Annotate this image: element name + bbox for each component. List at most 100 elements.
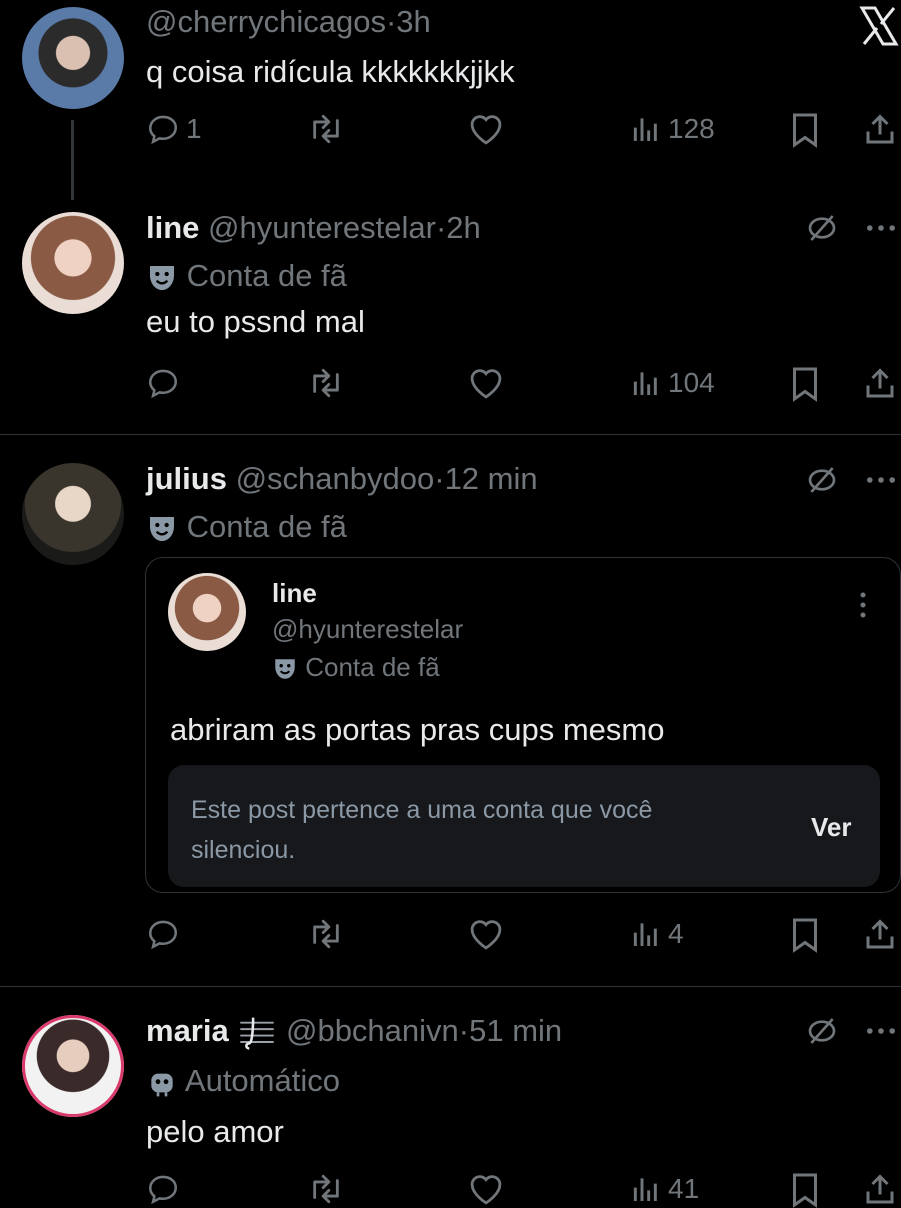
timestamp[interactable]: 51 min <box>469 1013 562 1048</box>
post-header: @cherrychicagos·3h <box>146 4 431 39</box>
handle[interactable]: @schanbydoo <box>236 461 435 496</box>
fan-account-label: Conta de fã <box>146 258 347 294</box>
view-count: 128 <box>668 113 715 144</box>
reply-button[interactable] <box>146 366 180 400</box>
post-text: q coisa ridícula kkkkkkkjjkk <box>146 54 515 89</box>
views-button[interactable]: 41 <box>630 1172 699 1206</box>
repost-button[interactable] <box>304 366 348 400</box>
timestamp[interactable]: 12 min <box>445 461 538 496</box>
timestamp[interactable]: 2h <box>446 210 480 245</box>
timestamp[interactable]: 3h <box>396 4 430 39</box>
reply-icon <box>148 369 178 399</box>
more-icon[interactable] <box>864 214 898 247</box>
repost-icon <box>313 1174 339 1204</box>
bookmark-button[interactable] <box>789 366 821 402</box>
repost-button[interactable] <box>304 917 348 951</box>
reply-button[interactable] <box>146 1172 180 1206</box>
more-icon[interactable] <box>864 466 898 499</box>
views-button[interactable]: 104 <box>630 366 715 400</box>
quoted-fan-label: Conta de fã <box>272 652 440 682</box>
views-icon <box>633 923 657 946</box>
quoted-text: abriram as portas pras cups mesmo <box>170 712 665 747</box>
views-icon <box>633 118 657 141</box>
automated-label: Automático <box>146 1063 340 1099</box>
view-count: 4 <box>668 918 684 949</box>
divider <box>0 434 901 435</box>
avatar[interactable] <box>22 7 124 109</box>
like-button[interactable] <box>467 112 505 146</box>
bookmark-button[interactable] <box>789 917 821 953</box>
robot-icon <box>151 1073 173 1097</box>
mute-icon[interactable] <box>806 464 838 501</box>
views-icon <box>633 372 657 395</box>
mask-icon <box>275 659 295 679</box>
handle[interactable]: @hyunterestelar <box>208 210 436 245</box>
repost-icon <box>313 114 339 144</box>
post-text: pelo amor <box>146 1114 284 1149</box>
repost-button[interactable] <box>304 112 348 146</box>
quoted-avatar <box>168 573 246 651</box>
bookmark-icon <box>793 367 817 402</box>
mask-icon <box>150 265 174 290</box>
heart-icon <box>470 1175 502 1205</box>
like-button[interactable] <box>467 917 505 951</box>
x-logo-icon[interactable] <box>858 5 900 47</box>
share-button[interactable] <box>862 1172 898 1208</box>
view-count: 104 <box>668 367 715 398</box>
display-name[interactable]: julius <box>146 461 227 496</box>
bookmark-button[interactable] <box>789 112 821 148</box>
avatar[interactable] <box>22 463 124 565</box>
reply-icon <box>148 115 178 145</box>
bookmark-icon <box>793 1173 817 1208</box>
quoted-more-icon[interactable] <box>856 590 870 625</box>
muted-notice-text: Este post pertence a uma conta que você … <box>191 796 653 864</box>
quoted-handle: @hyunterestelar <box>272 614 464 644</box>
avatar[interactable] <box>22 212 124 314</box>
share-button[interactable] <box>862 366 898 402</box>
share-icon <box>866 919 894 949</box>
post-text: eu to pssnd mal <box>146 304 365 339</box>
post-header: maria @bbchanivn·51 min <box>146 1013 562 1051</box>
thread-line <box>71 120 74 200</box>
reply-button[interactable]: 1 <box>146 112 202 146</box>
like-button[interactable] <box>467 366 505 400</box>
avatar[interactable] <box>22 1015 124 1117</box>
repost-icon <box>313 368 339 398</box>
mute-icon[interactable] <box>806 212 838 249</box>
view-muted-button[interactable]: Ver <box>811 812 852 843</box>
bookmark-button[interactable] <box>789 1172 821 1208</box>
like-button[interactable] <box>467 1172 505 1206</box>
repost-button[interactable] <box>304 1172 348 1206</box>
views-button[interactable]: 128 <box>630 112 715 146</box>
repost-icon <box>313 919 339 949</box>
reply-count: 1 <box>186 113 202 144</box>
share-button[interactable] <box>862 112 898 148</box>
view-count: 41 <box>668 1173 700 1204</box>
share-button[interactable] <box>862 917 898 953</box>
music-sheet-icon <box>240 1017 275 1050</box>
share-icon <box>866 368 894 398</box>
mask-icon <box>150 516 174 541</box>
fan-account-label: Conta de fã <box>146 509 347 545</box>
display-name[interactable]: maria <box>146 1013 229 1048</box>
post-header: line @hyunterestelar·2h <box>146 210 481 245</box>
bookmark-icon <box>793 113 817 148</box>
more-icon[interactable] <box>864 1017 898 1050</box>
reply-icon <box>148 1175 178 1205</box>
share-icon <box>866 114 894 144</box>
bookmark-icon <box>793 918 817 953</box>
reply-icon <box>148 920 178 950</box>
reply-button[interactable] <box>146 917 180 951</box>
share-icon <box>866 1174 894 1204</box>
views-icon <box>633 1178 657 1201</box>
divider <box>0 986 901 987</box>
display-name[interactable]: line <box>146 210 199 245</box>
quoted-name: line <box>272 578 317 608</box>
heart-icon <box>470 115 502 145</box>
post-header: julius @schanbydoo·12 min <box>146 461 538 496</box>
mute-icon[interactable] <box>806 1015 838 1052</box>
handle[interactable]: @cherrychicagos <box>146 4 386 39</box>
handle[interactable]: @bbchanivn <box>286 1013 459 1048</box>
heart-icon <box>470 920 502 950</box>
views-button[interactable]: 4 <box>630 917 684 951</box>
